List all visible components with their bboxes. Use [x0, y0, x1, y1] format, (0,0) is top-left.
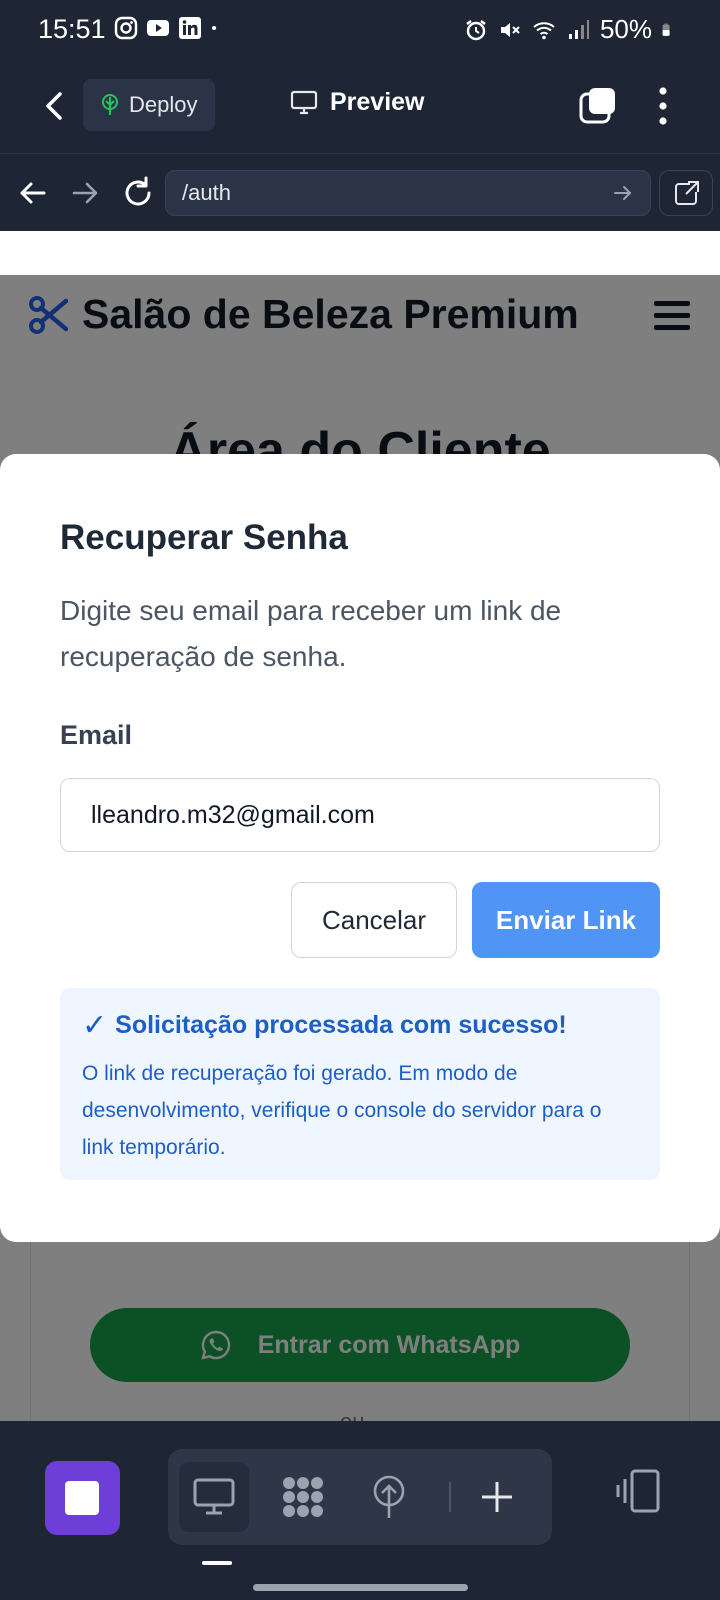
- app-switcher-button[interactable]: [45, 1461, 120, 1535]
- go-arrow-icon[interactable]: [612, 183, 634, 203]
- open-external-button[interactable]: [659, 170, 713, 216]
- toolbar-divider: [449, 1482, 451, 1512]
- success-alert: ✓ Solicitação processada com sucesso! O …: [60, 988, 660, 1180]
- desktop-view-button[interactable]: [179, 1462, 249, 1532]
- checkmark-icon: ✓: [82, 1009, 108, 1042]
- app-toolbar: Deploy Preview: [0, 62, 720, 154]
- instagram-icon: [114, 16, 138, 40]
- browser-url-bar: /auth: [0, 155, 720, 231]
- youtube-icon: [147, 20, 169, 36]
- recover-password-modal: Recuperar Senha Digite seu email para re…: [0, 454, 720, 1242]
- system-icons: 50%: [464, 14, 676, 45]
- more-options-icon[interactable]: [648, 84, 678, 128]
- status-bar: 15:51 50%: [0, 0, 720, 62]
- dot-icon: [212, 25, 217, 31]
- grid-blob-icon: [283, 1477, 323, 1517]
- email-label: Email: [60, 720, 133, 750]
- alarm-icon: [466, 19, 486, 40]
- home-gesture-bar[interactable]: [253, 1584, 468, 1591]
- success-title: Solicitação processada com sucesso!: [115, 1011, 567, 1039]
- modal-title: Recuperar Senha: [60, 518, 348, 557]
- deploy-button[interactable]: Deploy: [83, 79, 215, 131]
- success-title-row: ✓ Solicitação processada com sucesso!: [82, 1008, 638, 1043]
- status-time: 15:51: [38, 14, 106, 44]
- external-link-icon: [675, 181, 699, 205]
- deploy-label: Deploy: [129, 92, 198, 117]
- stop-icon: [65, 1481, 99, 1515]
- deploy-icon: [102, 94, 118, 115]
- wifi-icon: [533, 21, 555, 39]
- monitor-icon: [193, 1478, 235, 1515]
- device-rotate-icon[interactable]: [614, 1467, 662, 1515]
- url-text: /auth: [182, 180, 231, 205]
- page-top-strip-front: [0, 231, 720, 275]
- notification-icons: [114, 16, 224, 40]
- url-input[interactable]: /auth: [165, 170, 651, 216]
- email-field[interactable]: lleandro.m32@gmail.com: [60, 778, 660, 852]
- preview-tab[interactable]: Preview: [290, 88, 425, 117]
- battery-level: 50%: [599, 14, 652, 44]
- cancel-button[interactable]: Cancelar: [291, 882, 457, 958]
- components-button[interactable]: [268, 1462, 338, 1532]
- view-mode-group: [168, 1449, 552, 1545]
- battery-icon: [662, 23, 670, 36]
- signal-icon: [568, 19, 589, 39]
- bottom-toolbar: [0, 1421, 720, 1600]
- linkedin-icon: [179, 17, 201, 39]
- monitor-icon: [290, 90, 318, 114]
- nav-forward-icon[interactable]: [64, 174, 104, 212]
- send-link-button[interactable]: Enviar Link: [472, 882, 660, 958]
- preview-label: Preview: [330, 88, 425, 116]
- deploy-view-button[interactable]: [354, 1462, 424, 1532]
- success-message: O link de recuperação foi gerado. Em mod…: [82, 1062, 602, 1159]
- plus-icon: [482, 1482, 512, 1512]
- reload-icon[interactable]: [118, 173, 158, 213]
- add-button[interactable]: [462, 1462, 532, 1532]
- tabs-icon[interactable]: [578, 85, 618, 125]
- active-tab-indicator: [202, 1561, 232, 1565]
- back-arrow-icon[interactable]: [36, 86, 72, 126]
- mute-icon: [500, 22, 520, 37]
- upload-globe-icon: [373, 1475, 405, 1518]
- modal-description: Digite seu email para receber um link de…: [60, 595, 562, 672]
- nav-back-icon[interactable]: [14, 174, 54, 212]
